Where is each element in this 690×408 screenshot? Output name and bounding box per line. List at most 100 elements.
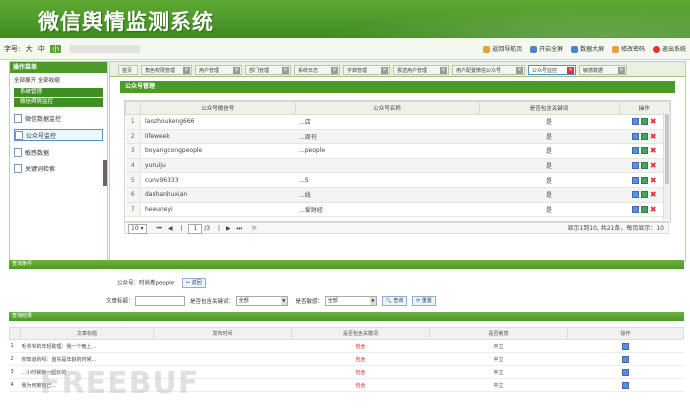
table-row[interactable]: 7 heeuneyi ...爱财经 是 ✖: [125, 202, 670, 218]
close-icon[interactable]: ×: [282, 67, 289, 74]
tab-bar: 首页 角色权限管理 × 用户管理 × 部门管理 × 系统日志 × 字典管理 × 报送用户管…: [110, 62, 685, 77]
delete-icon[interactable]: ✖: [650, 176, 657, 184]
col-has-keyword[interactable]: 是否包含关键词: [478, 101, 620, 115]
reset-button[interactable]: ⟳ 重置: [412, 296, 436, 306]
document-icon: [14, 163, 22, 173]
col-account[interactable]: 公众号微信号: [140, 101, 296, 115]
close-icon[interactable]: ×: [331, 67, 338, 74]
table-row[interactable]: 6 dashanhuxian ...线 是 ✖: [125, 187, 670, 203]
page-number-input[interactable]: 1: [188, 223, 203, 234]
sidebar-group-system[interactable]: 系统管理: [14, 88, 103, 97]
tab-user-mgmt[interactable]: 用户管理 ×: [195, 65, 242, 75]
font-size-large[interactable]: 大: [26, 45, 33, 53]
close-icon[interactable]: ×: [183, 67, 190, 74]
close-icon[interactable]: ×: [440, 67, 447, 74]
link-change-password[interactable]: 修改密码: [612, 46, 645, 53]
close-icon[interactable]: ×: [618, 67, 625, 74]
back-button[interactable]: ↩ 返回: [181, 278, 206, 288]
view-icon[interactable]: [640, 147, 648, 155]
sidebar-item-data-monitor[interactable]: 微信数据监控: [14, 113, 103, 123]
table-row[interactable]: 2 lifeweek ...周刊 是 ✖: [125, 129, 670, 145]
col-has-keyword[interactable]: 是否包含关键词: [291, 327, 430, 340]
expand-collapse-links[interactable]: 全部展开 全部收缩: [10, 73, 107, 87]
col-publish-time[interactable]: 发布时间: [153, 327, 292, 340]
home-icon: [483, 46, 491, 53]
sidebar-item-keyword-search[interactable]: 关键词检索: [14, 163, 103, 173]
keyword-select[interactable]: 全部 ▼: [235, 296, 288, 306]
edit-icon[interactable]: [631, 176, 639, 184]
close-icon[interactable]: ×: [381, 67, 388, 74]
delete-icon[interactable]: ✖: [650, 191, 657, 199]
sensitive-label: 是否敏感：: [295, 298, 324, 305]
view-icon[interactable]: [640, 162, 648, 170]
tab-system-log[interactable]: 系统日志 ×: [294, 65, 340, 75]
edit-icon[interactable]: [631, 162, 639, 170]
power-icon: [652, 46, 660, 53]
view-icon[interactable]: [640, 132, 648, 140]
page-size-select[interactable]: 10 ▾: [128, 223, 147, 234]
query-button[interactable]: 🔍 查询: [381, 296, 408, 306]
table-row[interactable]: 1 laozhoukeng666 ...店 是 ✖: [125, 114, 670, 130]
last-page-icon[interactable]: ⏭: [237, 225, 242, 232]
font-size-small[interactable]: 小: [50, 45, 62, 53]
refresh-icon[interactable]: ⟳: [252, 225, 257, 232]
scrollbar-thumb[interactable]: [665, 114, 669, 184]
tab-account-monitor[interactable]: 公众号监控 ×: [528, 65, 576, 75]
prev-page-icon[interactable]: ◀: [168, 225, 173, 232]
edit-icon[interactable]: [631, 191, 639, 199]
sidebar-group-wechat[interactable]: 微信舆情监控: [14, 98, 103, 107]
tab-home[interactable]: 首页: [118, 65, 138, 75]
link-logout[interactable]: 退出系统: [652, 46, 686, 53]
row-actions: ✖: [619, 172, 670, 188]
view-icon[interactable]: [640, 176, 648, 184]
view-icon[interactable]: [640, 118, 648, 126]
tab-report-user[interactable]: 报送用户管理 ×: [393, 65, 449, 75]
tab-dept-mgmt[interactable]: 部门管理 ×: [245, 65, 291, 75]
sidebar-item-account-monitor[interactable]: 公众号监控: [14, 129, 103, 141]
tab-dict-mgmt[interactable]: 字典管理 ×: [343, 65, 390, 75]
delete-icon[interactable]: ✖: [650, 205, 657, 213]
sidebar-splitter[interactable]: [103, 160, 107, 186]
delete-icon[interactable]: ✖: [650, 118, 657, 126]
sidebar-item-sensitive-data[interactable]: 敏感数据: [14, 147, 103, 157]
delete-icon[interactable]: ✖: [650, 162, 657, 170]
delete-icon[interactable]: ✖: [650, 147, 657, 155]
close-icon[interactable]: ×: [233, 67, 240, 74]
table-row[interactable]: 2 你知道的吗：首先是年龄的时候... 包含 中立: [9, 352, 684, 366]
col-sensitive[interactable]: 是否敏感: [429, 327, 568, 340]
col-name[interactable]: 公众号名称: [294, 101, 480, 115]
link-data-screen[interactable]: 数据大屏: [571, 46, 604, 53]
edit-icon[interactable]: [631, 205, 639, 213]
view-icon[interactable]: [640, 191, 648, 199]
table-row[interactable]: 4 yuruiju 是 ✖: [125, 158, 670, 174]
sensitive-select[interactable]: 全部 ▼: [324, 296, 377, 306]
tab-user-config[interactable]: 用户配置微信公众号 ×: [452, 65, 525, 75]
link-fullscreen[interactable]: 开启全屏: [530, 46, 563, 53]
view-icon[interactable]: [640, 205, 648, 213]
view-article-icon[interactable]: [622, 355, 629, 363]
view-article-icon[interactable]: [622, 368, 629, 376]
delete-icon[interactable]: ✖: [650, 132, 657, 140]
table-row[interactable]: 5 cunv96333 ...S 是 ✖: [125, 172, 670, 188]
first-page-icon[interactable]: ⏮: [156, 225, 161, 232]
font-size-medium[interactable]: 中: [38, 45, 45, 53]
next-page-icon[interactable]: ▶: [226, 225, 231, 232]
tab-sensitive-data[interactable]: 敏感数据 ×: [579, 65, 627, 75]
close-icon[interactable]: ×: [567, 67, 574, 74]
document-icon: [14, 113, 22, 123]
close-icon[interactable]: ×: [516, 67, 523, 74]
title-input[interactable]: [135, 296, 186, 306]
grid-scrollbar[interactable]: [663, 112, 670, 220]
tab-role-permission[interactable]: 角色权限管理 ×: [141, 65, 192, 75]
view-article-icon[interactable]: [622, 342, 629, 350]
edit-icon[interactable]: [631, 118, 639, 126]
col-article-title[interactable]: 文章标题: [20, 327, 154, 340]
edit-icon[interactable]: [631, 132, 639, 140]
link-back-nav[interactable]: 返回导航页: [483, 46, 522, 53]
table-row[interactable]: 3 boyangcongpeople ...people 是 ✖: [125, 143, 670, 159]
total-pages: /3: [204, 225, 211, 232]
edit-icon[interactable]: [631, 147, 639, 155]
chart-icon: [571, 46, 579, 53]
table-row[interactable]: 1 毛爷爷的年轻助理：我一个晚上... 包含 中立: [9, 339, 684, 353]
view-article-icon[interactable]: [622, 381, 629, 389]
